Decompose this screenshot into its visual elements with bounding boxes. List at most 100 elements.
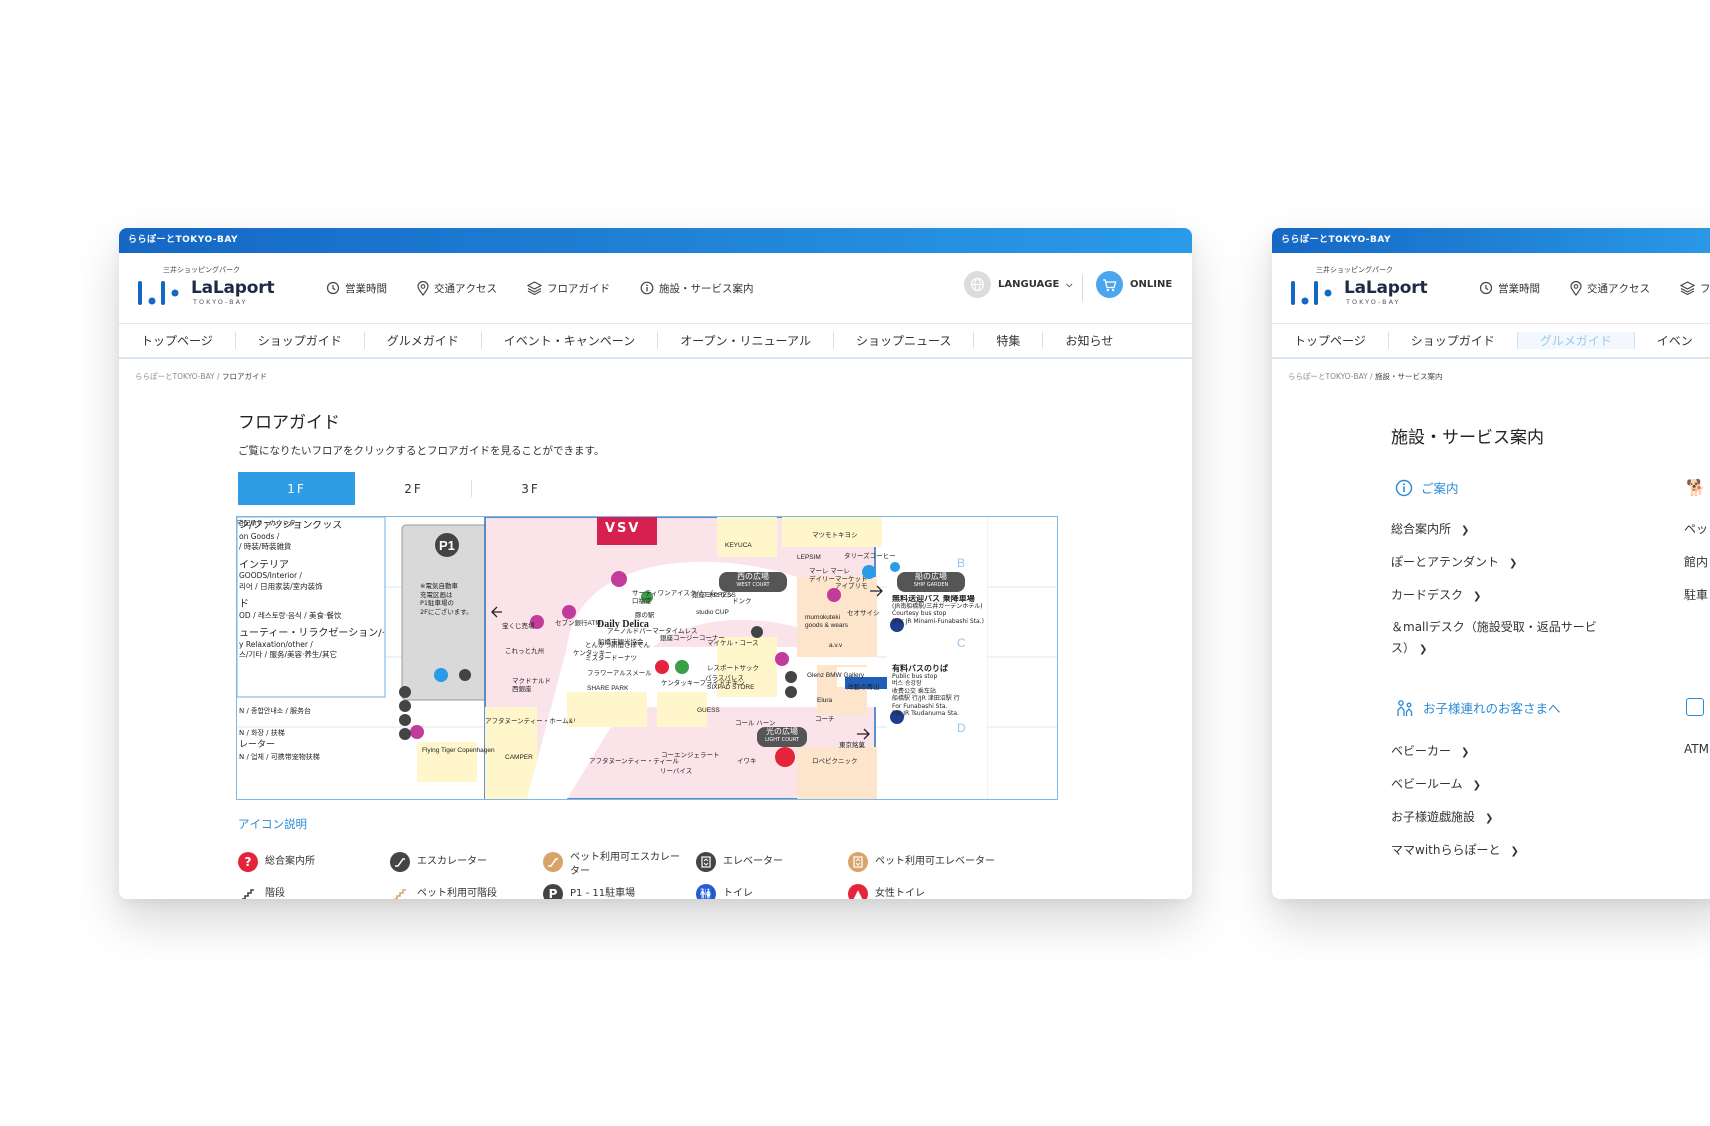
lalaport-logo[interactable]: 三井ショッピングパーク LaLaport TOKYO-BAY bbox=[135, 265, 275, 315]
service-item-info-desk[interactable]: 総合案内所 ❯ bbox=[1391, 520, 1469, 537]
service-item-mama-with[interactable]: ママwithららぽーと ❯ bbox=[1391, 841, 1519, 858]
store-label[interactable]: アイブリモ bbox=[835, 580, 868, 590]
tab-floor-2f[interactable]: 2F bbox=[355, 472, 472, 505]
breadcrumb-home[interactable]: ららぽーとTOKYO-BAY bbox=[1288, 372, 1368, 381]
site-topbar: ららぽーとTOKYO-BAY bbox=[1272, 228, 1710, 253]
store-label[interactable]: mumokuteki bbox=[805, 614, 840, 621]
kids-icon bbox=[1397, 699, 1413, 716]
icon-explanation-link[interactable]: アイコン説明 bbox=[238, 816, 307, 832]
service-item-parking[interactable]: 駐車 bbox=[1684, 586, 1708, 603]
gnav-shop-news[interactable]: ショップニュース bbox=[833, 332, 973, 349]
service-item-andmall-desk[interactable]: ＆mallデスク（施設受取・返品サービ bbox=[1391, 618, 1597, 635]
store-label[interactable]: Glenz BMW Gallery bbox=[807, 672, 864, 679]
legend-parking: P P1 - 11駐車場 bbox=[543, 884, 635, 899]
store-label[interactable]: 豚の駅 bbox=[635, 609, 655, 619]
breadcrumb-current: 施設・サービス案内 bbox=[1374, 372, 1443, 381]
store-label[interactable]: 東京銘菓 bbox=[839, 739, 865, 749]
store-label[interactable]: イワキ bbox=[737, 755, 757, 765]
store-label[interactable]: コーエンジェラート bbox=[661, 749, 720, 759]
store-label[interactable]: ケンタッキーフライドチキン bbox=[661, 677, 745, 687]
header-link-floor-guide[interactable]: フロアガイド bbox=[527, 281, 610, 296]
store-label[interactable]: リーバイス bbox=[660, 765, 692, 775]
gnav-top[interactable]: トップページ bbox=[1272, 332, 1388, 349]
store-label[interactable]: SHARE PARK bbox=[587, 685, 628, 692]
gnav-shop-guide[interactable]: ショップガイド bbox=[1387, 332, 1517, 349]
header-link-hours[interactable]: 営業時間 bbox=[326, 281, 387, 296]
info-icon bbox=[640, 281, 654, 295]
service-item-playground[interactable]: お子様遊戯施設 ❯ bbox=[1391, 808, 1493, 825]
gnav-shop-guide[interactable]: ショップガイド bbox=[234, 332, 364, 349]
gnav-gourmet-guide[interactable]: グルメガイド bbox=[1516, 332, 1634, 349]
store-label[interactable]: ミニワン bbox=[707, 589, 733, 599]
gnav-top[interactable]: トップページ bbox=[119, 332, 235, 349]
store-label[interactable]: フラワーアルスメール bbox=[587, 667, 652, 677]
store-label[interactable]: ロペピクニック bbox=[812, 755, 858, 765]
language-selector[interactable]: LANGUAGE ⌵ bbox=[964, 271, 1072, 298]
gnav-events[interactable]: イベント・キャンペーン bbox=[480, 332, 657, 349]
store-label[interactable]: これっと九州 bbox=[505, 645, 544, 655]
service-item-pet[interactable]: ペッ bbox=[1684, 520, 1708, 537]
store-label[interactable]: ケンタッキー bbox=[573, 647, 612, 657]
svg-text:P1: P1 bbox=[439, 538, 455, 553]
breadcrumb: ららぽーとTOKYO-BAY / 施設・サービス案内 bbox=[1288, 371, 1442, 382]
store-label[interactable]: ドンク bbox=[732, 595, 752, 605]
store-label[interactable]: コール ハーン bbox=[735, 717, 775, 727]
floor-map[interactable]: B C D P1 ン/ファッショングッズ on Goods / / 時装/時装雑… bbox=[236, 516, 1058, 800]
store-label[interactable]: セブン銀行ATM bbox=[555, 617, 601, 627]
service-item-label: お子様遊戯施設 bbox=[1391, 810, 1476, 824]
store-label[interactable]: 口福堂 bbox=[632, 595, 652, 605]
header-link-hours[interactable]: 営業時間 bbox=[1479, 281, 1540, 296]
service-item-stroller[interactable]: ベビーカー ❯ bbox=[1391, 742, 1469, 759]
service-item-baby-room[interactable]: ベビールーム ❯ bbox=[1391, 775, 1481, 792]
store-label[interactable]: studio CUP bbox=[696, 609, 729, 616]
lalaport-logo[interactable]: 三井ショッピングパーク LaLaport TOKYO-BAY bbox=[1288, 265, 1428, 315]
gnav-open-renewal[interactable]: オープン・リニューアル bbox=[657, 332, 833, 349]
chevron-right-icon: ❯ bbox=[1473, 591, 1482, 602]
store-label[interactable]: タリーズコーヒー bbox=[844, 550, 896, 560]
header-link-floor-guide[interactable]: フ bbox=[1680, 281, 1710, 296]
service-item-attendant[interactable]: ぽーとアテンダント ❯ bbox=[1391, 553, 1517, 570]
store-label[interactable]: goods & wears bbox=[805, 622, 848, 629]
bus-text: 버스 승강장 bbox=[892, 680, 922, 687]
logo-subtitle: 三井ショッピングパーク bbox=[163, 266, 240, 274]
store-label[interactable]: 西銀座 bbox=[512, 683, 532, 693]
breadcrumb-home[interactable]: ららぽーとTOKYO-BAY bbox=[135, 372, 215, 381]
service-item-label: 総合案内所 bbox=[1391, 522, 1452, 536]
store-label[interactable]: セオサイシ bbox=[847, 607, 880, 617]
store-label[interactable]: Elura bbox=[817, 697, 832, 704]
gnav-news[interactable]: お知らせ bbox=[1042, 332, 1135, 349]
tab-floor-1f[interactable]: 1F bbox=[238, 472, 355, 505]
header-link-services[interactable]: 施設・サービス案内 bbox=[640, 281, 754, 296]
store-label[interactable]: レスポートサック bbox=[707, 662, 759, 672]
online-store-link[interactable]: ONLINE bbox=[1096, 271, 1172, 298]
store-label[interactable]: コーチ bbox=[815, 713, 835, 723]
service-item-card-desk[interactable]: カードデスク ❯ bbox=[1391, 586, 1481, 603]
store-label[interactable]: a.v.v bbox=[829, 642, 842, 649]
chevron-right-icon: ❯ bbox=[1510, 846, 1519, 857]
store-label[interactable]: GUESS bbox=[697, 707, 720, 714]
gnav-events[interactable]: イベン bbox=[1633, 332, 1710, 349]
header-link-access[interactable]: 交通アクセス bbox=[417, 280, 497, 296]
legend-label: 階段 bbox=[265, 888, 285, 899]
gnav-features[interactable]: 特集 bbox=[973, 332, 1042, 349]
store-label[interactable]: 宅配承り・カウンター bbox=[237, 517, 302, 527]
service-item-andmall-desk-cont[interactable]: ス） ❯ bbox=[1391, 639, 1427, 656]
service-item-atm[interactable]: ATM bbox=[1684, 742, 1709, 756]
store-label[interactable]: Flying Tiger Copenhagen bbox=[422, 747, 495, 754]
store-label[interactable]: 洋服の青山 bbox=[847, 681, 880, 691]
store-label[interactable]: 船橋市観光協会 bbox=[598, 636, 644, 646]
store-label[interactable]: アフタヌーンティー・ホーム&リビング bbox=[485, 715, 575, 725]
tab-floor-3f[interactable]: 3F bbox=[472, 472, 589, 505]
service-item-inhouse[interactable]: 館内 bbox=[1684, 553, 1708, 570]
store-label[interactable]: アーノルドパーマータイムレス bbox=[607, 625, 697, 635]
store-label[interactable]: KEYUCA bbox=[725, 542, 752, 549]
browser-window-floor-guide: ららぽーとTOKYO-BAY 三井ショッピングパーク LaLaport TOKY… bbox=[119, 228, 1192, 899]
store-label[interactable]: LEPSIM bbox=[797, 554, 821, 561]
dog-icon: 🐕 bbox=[1686, 478, 1706, 497]
header-link-access[interactable]: 交通アクセス bbox=[1570, 280, 1650, 296]
store-label[interactable]: マツモトキヨシ bbox=[812, 529, 858, 539]
site-header: 三井ショッピングパーク LaLaport TOKYO-BAY 営業時間 交通アク… bbox=[119, 253, 1192, 323]
gnav-gourmet-guide[interactable]: グルメガイド bbox=[363, 332, 481, 349]
store-label[interactable]: CAMPER bbox=[505, 754, 533, 761]
store-label[interactable]: 宝くじ売場 bbox=[502, 620, 535, 630]
